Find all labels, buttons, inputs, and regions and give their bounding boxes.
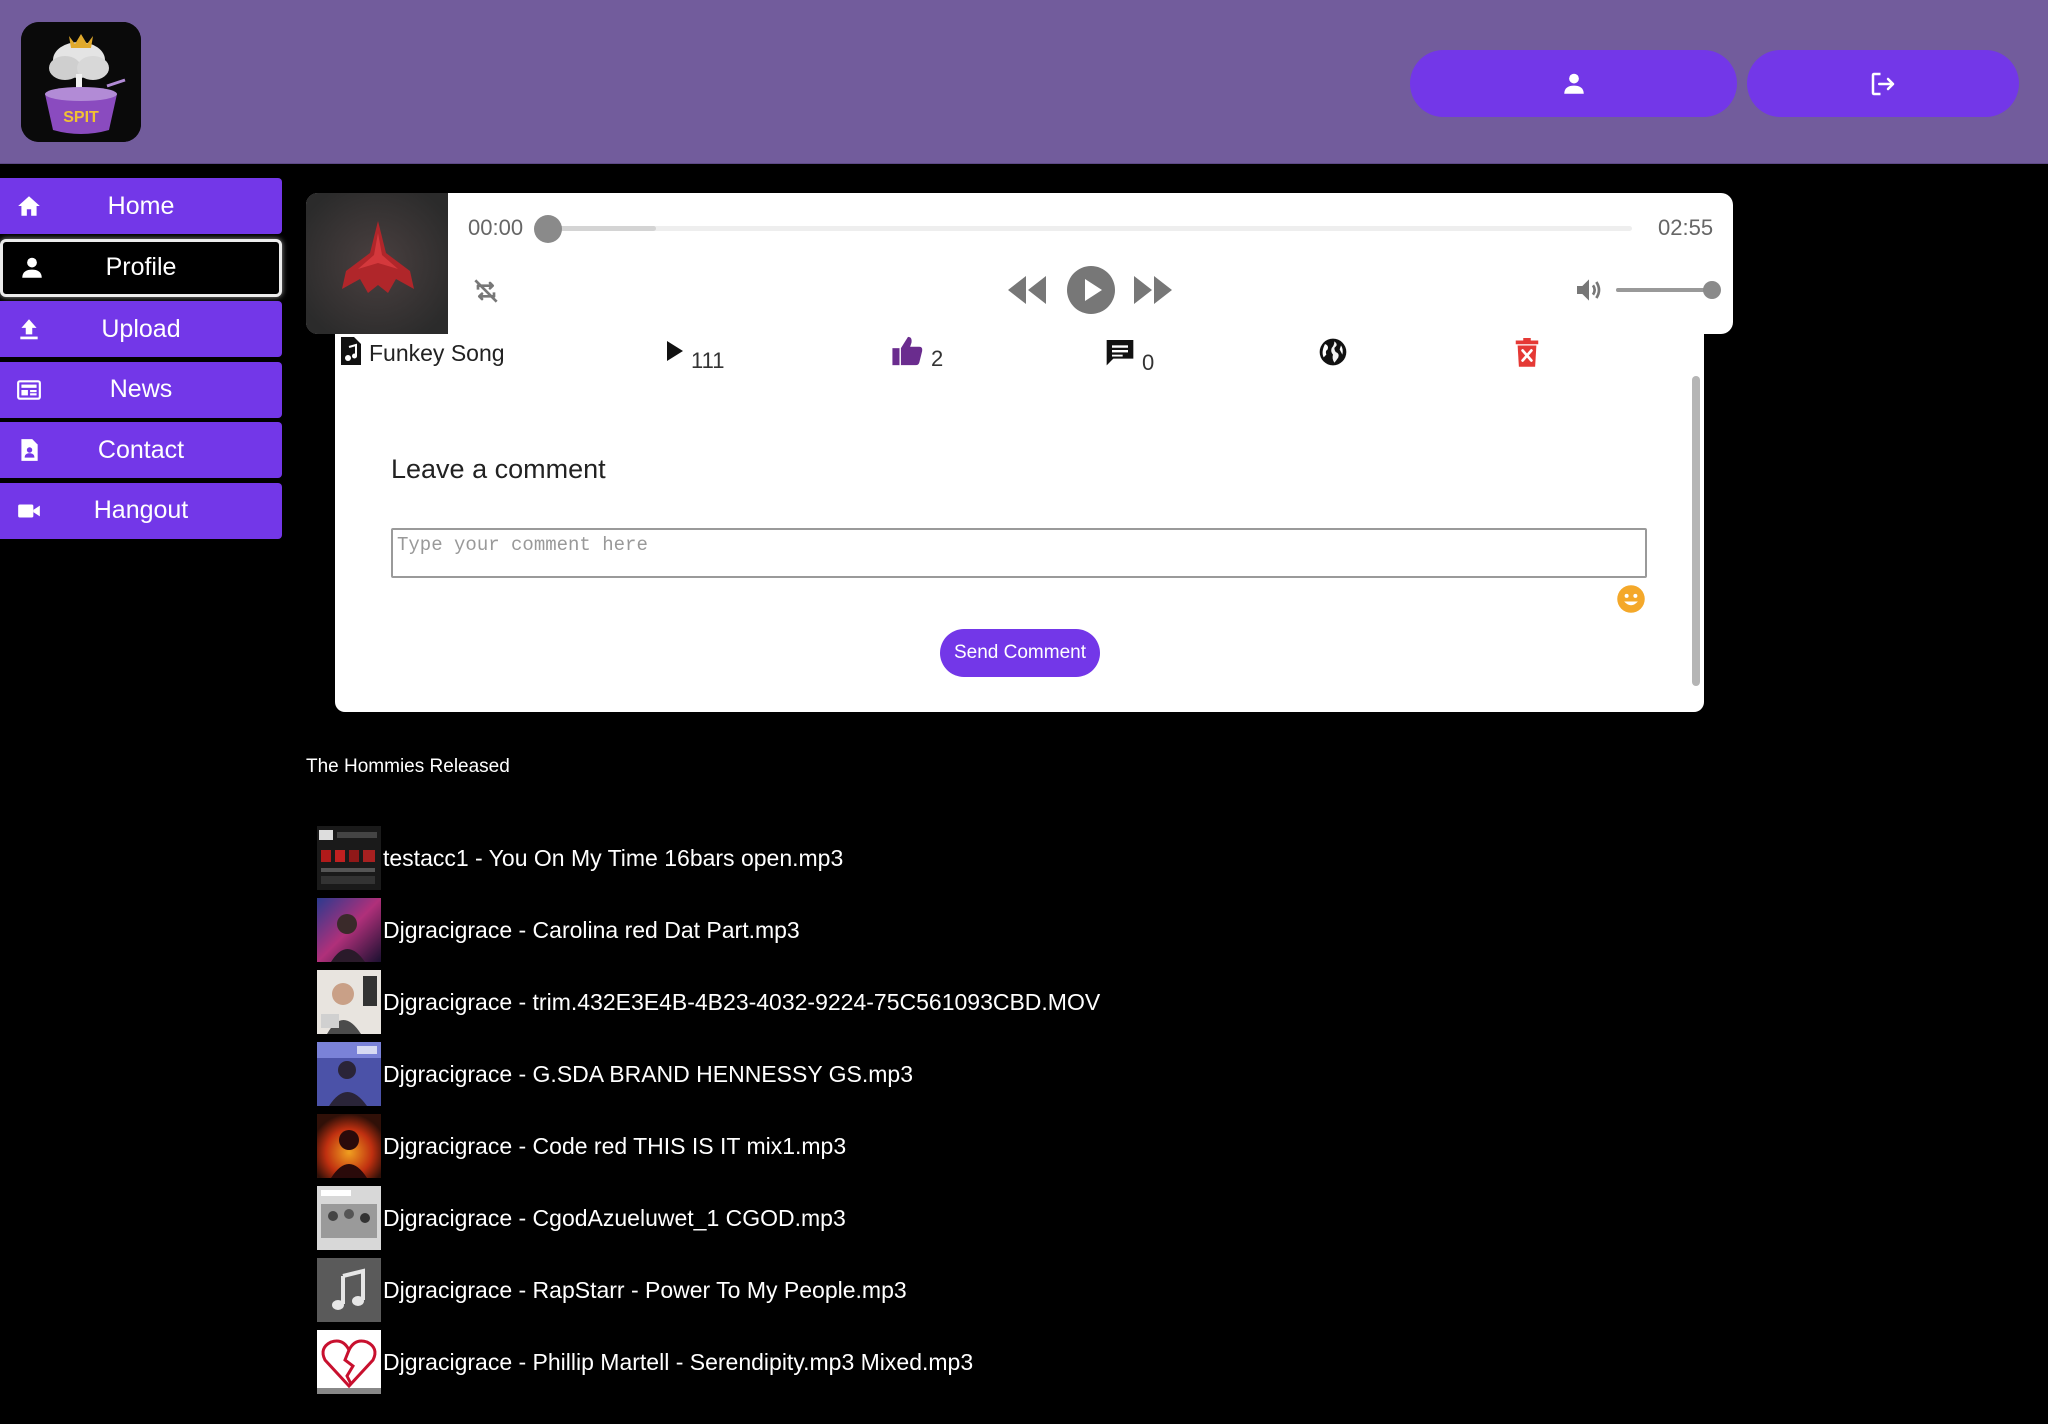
globe-icon[interactable] (1317, 336, 1349, 368)
header-logout-button[interactable] (1747, 50, 2019, 117)
release-item[interactable]: Djgracigrace - trim.432E3E4B-4B23-4032-9… (317, 966, 1100, 1038)
release-thumbnail (317, 970, 381, 1034)
sidebar-item-label: Contact (97, 435, 185, 464)
thumbs-up-icon[interactable] (891, 334, 925, 368)
release-item[interactable]: Djgracigrace - G.SDA BRAND HENNESSY GS.m… (317, 1038, 1100, 1110)
likes-stat[interactable]: 2 (891, 334, 943, 371)
release-title: Djgracigrace - CgodAzueluwet_1 CGOD.mp3 (383, 1204, 846, 1231)
track-title-stat: Funkey Song (339, 335, 505, 367)
upload-icon (20, 319, 38, 340)
likes-count: 2 (931, 346, 944, 371)
release-item[interactable]: Djgracigrace - Carolina red Dat Part.mp3 (317, 894, 1100, 966)
release-item[interactable]: Djgracigrace - Phillip Martell - Serendi… (317, 1326, 1100, 1398)
release-thumbnail (317, 1186, 381, 1250)
svg-text:SPIT: SPIT (63, 109, 99, 126)
app-logo[interactable]: SPIT (21, 22, 141, 142)
cover-image (306, 193, 448, 334)
release-thumbnail (317, 826, 381, 890)
release-thumbnail (317, 898, 381, 962)
logout-icon (1871, 72, 1895, 95)
sidebar-item-hangout[interactable]: Hangout (0, 482, 282, 539)
send-comment-button[interactable]: Send Comment (940, 629, 1100, 677)
release-title: Djgracigrace - trim.432E3E4B-4B23-4032-9… (383, 988, 1101, 1015)
repeat-off-icon[interactable] (470, 275, 502, 307)
comment-input[interactable] (391, 528, 1647, 578)
sidebar-item-home[interactable]: Home (0, 178, 282, 234)
duration-time: 02:55 (1658, 215, 1714, 240)
contact-icon (21, 439, 38, 462)
person-icon (1563, 73, 1584, 94)
comments-stat[interactable]: 0 (1104, 336, 1154, 375)
sidebar-item-news[interactable]: News (0, 361, 282, 418)
sidebar-item-profile[interactable]: Profile (0, 238, 282, 297)
current-time: 00:00 (468, 215, 524, 240)
track-stats-row: Funkey Song 111 2 0 (335, 334, 1704, 384)
track-title: Funkey Song (369, 340, 505, 366)
sidebar-item-label: Hangout (93, 496, 189, 525)
comment-panel: Funkey Song 111 2 0 Leave a comment Type… (335, 334, 1704, 712)
sidebar-item-label: Upload (101, 314, 181, 343)
comment-panel-scrollbar[interactable] (1692, 376, 1700, 686)
person-icon (22, 257, 42, 278)
news-icon (17, 380, 41, 400)
track-cover-art (306, 193, 448, 334)
release-title: Djgracigrace - G.SDA BRAND HENNESSY GS.m… (383, 1060, 914, 1087)
video-camera-icon (18, 504, 40, 518)
release-item[interactable]: Djgracigrace - CgodAzueluwet_1 CGOD.mp3 (317, 1182, 1100, 1254)
rewind-icon[interactable] (1006, 270, 1048, 310)
release-title: testacc1 - You On My Time 16bars open.mp… (383, 844, 844, 871)
release-thumbnail (317, 1114, 381, 1178)
release-title: Djgracigrace - RapStarr - Power To My Pe… (383, 1276, 907, 1303)
emoji-icon[interactable] (1616, 584, 1646, 614)
release-item[interactable]: testacc1 - You On My Time 16bars open.mp… (317, 822, 1100, 894)
plays-count: 111 (691, 348, 725, 373)
release-title: Djgracigrace - Code red THIS IS IT mix1.… (383, 1132, 847, 1159)
sidebar-item-label: News (109, 375, 173, 404)
release-thumbnail (317, 1042, 381, 1106)
sidebar-item-contact[interactable]: Contact (0, 422, 282, 479)
play-icon[interactable] (1066, 265, 1116, 315)
comment-section-title: Leave a comment (391, 454, 606, 484)
home-icon (18, 196, 40, 216)
sidebar-nav: Home Profile Upload News Contact Hangout (0, 178, 282, 544)
progress-handle[interactable] (534, 215, 562, 243)
volume-icon[interactable] (1573, 274, 1605, 306)
volume-level (1616, 288, 1712, 292)
release-item[interactable]: Djgracigrace - Code red THIS IS IT mix1.… (317, 1110, 1100, 1182)
music-file-icon (341, 337, 361, 365)
play-count-icon (667, 341, 683, 361)
progress-bar[interactable] (548, 226, 1632, 231)
top-header: SPIT (0, 0, 2048, 164)
release-title: Djgracigrace - Phillip Martell - Serendi… (383, 1348, 974, 1375)
release-item[interactable]: Djgracigrace - RapStarr - Power To My Pe… (317, 1254, 1100, 1326)
releases-list: testacc1 - You On My Time 16bars open.mp… (317, 822, 1100, 1398)
volume-handle[interactable] (1703, 281, 1721, 299)
plays-stat: 111 (663, 338, 724, 373)
sidebar-item-label: Profile (105, 253, 177, 282)
release-title: Djgracigrace - Carolina red Dat Part.mp3 (383, 916, 800, 943)
delete-icon[interactable] (1514, 338, 1540, 368)
music-note-icon (317, 1258, 381, 1322)
sidebar-item-upload[interactable]: Upload (0, 301, 282, 358)
comment-icon[interactable] (1104, 336, 1136, 368)
progress-buffered (548, 226, 657, 231)
broken-heart-thumbnail (317, 1330, 381, 1394)
logo-graphic: SPIT (21, 22, 141, 142)
releases-title: The Hommies Released (306, 756, 510, 777)
comments-count: 0 (1142, 350, 1155, 375)
header-profile-button[interactable] (1410, 50, 1737, 117)
sidebar-item-label: Home (107, 191, 175, 220)
fast-forward-icon[interactable] (1132, 270, 1174, 310)
volume-slider[interactable] (1616, 288, 1712, 292)
